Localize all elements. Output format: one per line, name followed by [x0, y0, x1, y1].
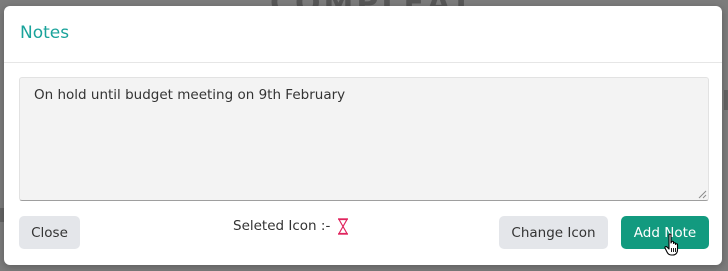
change-icon-button[interactable]: Change Icon — [499, 216, 608, 249]
resize-grip-icon[interactable] — [698, 190, 707, 199]
close-button[interactable]: Close — [19, 216, 80, 249]
background-edge — [724, 90, 728, 110]
selected-icon-indicator: Seleted Icon :- — [233, 216, 349, 236]
modal-header: Notes — [4, 6, 722, 63]
hourglass-icon — [338, 217, 349, 235]
hand-pointer-icon — [664, 233, 679, 256]
notes-modal: Notes On hold until budget meeting on 9t… — [4, 6, 722, 265]
note-textarea[interactable]: On hold until budget meeting on 9th Febr… — [19, 77, 709, 201]
selected-icon-label: Seleted Icon :- — [233, 218, 331, 234]
modal-title: Notes — [20, 23, 70, 43]
